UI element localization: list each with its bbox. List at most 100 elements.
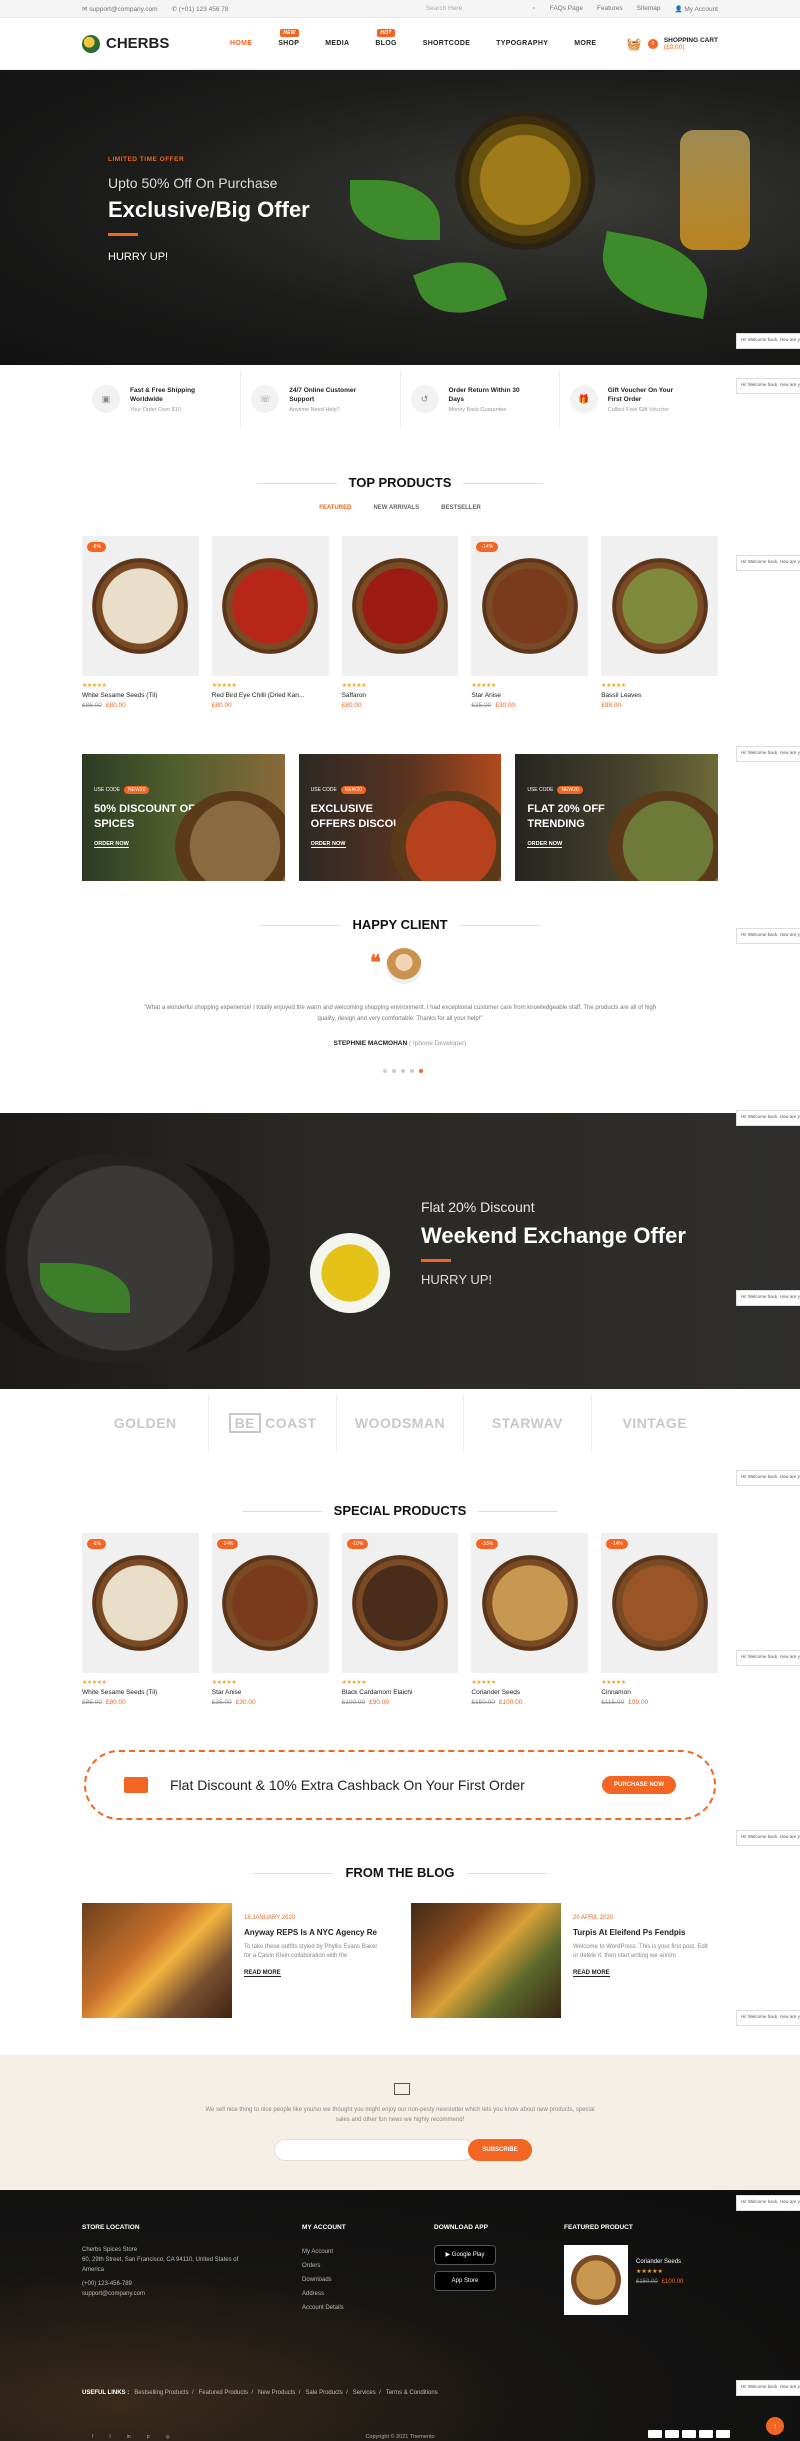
nav-home[interactable]: HOME <box>230 40 252 47</box>
chat-popup[interactable]: Hi! Welcome back. How are you doing? <box>736 378 800 394</box>
tab-bestseller[interactable]: BESTSELLER <box>441 505 481 511</box>
carousel-dot[interactable] <box>410 1069 414 1073</box>
chat-popup[interactable]: Hi! Welcome back. How are you doing? <box>736 2195 800 2211</box>
chat-popup[interactable]: Hi! Welcome back. How are you doing? <box>736 928 800 944</box>
purchase-now-button[interactable]: PURCHASE NOW <box>601 1776 676 1794</box>
logo[interactable]: CHERBS <box>82 34 230 53</box>
order-now-link[interactable]: ORDER NOW <box>94 841 129 848</box>
product-card[interactable]: -14% ★★★★★ Cinnamon £115.00 £99.00 <box>601 1533 718 1706</box>
app-store-button[interactable]: App Store <box>434 2271 496 2291</box>
product-image[interactable] <box>341 536 459 676</box>
product-image[interactable] <box>601 536 718 676</box>
nav-typography[interactable]: TYPOGRAPHY <box>496 40 548 47</box>
nav-blog[interactable]: HOT BLOG <box>375 29 396 47</box>
promo-banner[interactable]: USE CODE NEW20 50% DISCOUNT OF SPICES ORDER… <box>82 754 285 881</box>
chat-popup[interactable]: Hi! Welcome back. How are you doing? <box>736 2380 800 2396</box>
carousel-dot[interactable] <box>419 1069 423 1073</box>
product-name[interactable]: Bassil Leaves <box>601 692 718 699</box>
store-phone[interactable]: (+00) 123-456-789 <box>82 2279 242 2289</box>
product-image[interactable]: -8% <box>82 536 199 676</box>
subscribe-button[interactable]: SUBSCRIBE <box>468 2139 532 2161</box>
product-name[interactable]: Saffaron <box>342 692 459 699</box>
useful-link[interactable]: Sale Products <box>305 2390 342 2396</box>
product-name[interactable]: Star Anise <box>212 1689 329 1696</box>
featured-product[interactable]: Coriander Seeds ★★★★★ £150.00 £100.00 <box>564 2245 683 2315</box>
product-name[interactable]: Red Bird Eye Chilli (Dried Kan... <box>212 692 329 699</box>
product-image[interactable]: -10% <box>341 1533 459 1673</box>
search-input[interactable]: Search Here ⌕ <box>426 5 536 13</box>
carousel-dot[interactable] <box>383 1069 387 1073</box>
tab-new-arrivals[interactable]: NEW ARRIVALS <box>373 505 419 511</box>
nav-shop[interactable]: NEW SHOP <box>278 29 299 47</box>
useful-link[interactable]: Featured Products <box>199 2390 248 2396</box>
carousel-dot[interactable] <box>392 1069 396 1073</box>
product-card[interactable]: -14% ★★★★★ Star Anise £35.00 £30.00 <box>211 1533 329 1706</box>
chat-popup[interactable]: Hi! Welcome back. How are you doing? <box>736 2010 800 2026</box>
order-now-link[interactable]: ORDER NOW <box>527 841 563 848</box>
brand-logo[interactable]: STARWAV <box>464 1394 592 1452</box>
brand-logo[interactable]: GOLDEN <box>82 1394 210 1452</box>
nav-media[interactable]: MEDIA <box>325 40 349 47</box>
topbar-link-faq[interactable]: FAQs Page <box>550 5 583 12</box>
footer-link[interactable]: Address <box>302 2287 346 2301</box>
blog-image[interactable] <box>411 1903 561 2018</box>
email-link[interactable]: ✉ support@company.com <box>82 5 158 13</box>
product-name[interactable]: Black Cardamom Elaichi <box>342 1689 459 1696</box>
order-now-link[interactable]: ORDER NOW <box>310 841 346 848</box>
product-card[interactable]: -10% ★★★★★ Black Cardamom Elaichi £100.00 £9… <box>341 1533 459 1706</box>
phone-link[interactable]: ✆ (+01) 123 456 78 <box>172 5 229 13</box>
topbar-link-features[interactable]: Features <box>597 5 623 12</box>
product-image[interactable]: -6% <box>82 1533 199 1673</box>
useful-link[interactable]: Terms & Conditions <box>386 2390 438 2396</box>
footer-link[interactable]: Account Details <box>302 2301 346 2315</box>
product-image[interactable]: -14% <box>601 1533 718 1673</box>
product-image[interactable]: -14% <box>471 536 589 676</box>
chat-popup[interactable]: Hi! Welcome back. How are you doing? <box>736 1110 800 1126</box>
product-name[interactable]: Cinnamon <box>601 1689 718 1696</box>
read-more-link[interactable]: READ MORE <box>244 1970 281 1977</box>
product-name[interactable]: Star Anise <box>471 692 588 699</box>
product-card[interactable]: -33% ★★★★★ Coriander Seeds £150.00 £100.00 <box>471 1533 589 1706</box>
scroll-top-button[interactable]: ↑ <box>766 2417 784 2435</box>
post-title[interactable]: Anyway REPS Is A NYC Agency Re <box>244 1928 384 1937</box>
newsletter-email-input[interactable] <box>274 2139 474 2161</box>
promo-banner[interactable]: USE CODE NEW20 FLAT 20% OFF TRENDING ORDER … <box>515 754 719 881</box>
product-name[interactable]: White Sesame Seeds (Til) <box>82 1689 199 1696</box>
read-more-link[interactable]: READ MORE <box>573 1970 610 1977</box>
hero-cta[interactable]: HURRY UP! <box>108 251 310 263</box>
chat-popup[interactable]: Hi! Welcome back. How are you doing? <box>736 333 800 349</box>
brand-logo[interactable]: WOODSMAN <box>337 1394 465 1452</box>
product-name[interactable]: White Sesame Seeds (Til) <box>82 692 199 699</box>
weekend-cta[interactable]: HURRY UP! <box>421 1272 686 1287</box>
product-image[interactable]: -33% <box>471 1533 589 1673</box>
store-email[interactable]: support@company.com <box>82 2289 242 2299</box>
promo-banner[interactable]: USE CODE NEW20 EXCLUSIVE OFFERS DISCOUNT OR… <box>298 754 502 881</box>
useful-link[interactable]: Services <box>353 2390 376 2396</box>
chat-popup[interactable]: Hi! Welcome back. How are you doing? <box>736 1290 800 1306</box>
product-name[interactable]: Coriander Seeds <box>471 1689 588 1696</box>
cart-button[interactable]: 🧺 0 SHOPPING CART (£0.00) <box>627 37 718 51</box>
chat-popup[interactable]: Hi! Welcome back. How are you doing? <box>736 746 800 762</box>
nav-shortcode[interactable]: SHORTCODE <box>423 40 470 47</box>
post-title[interactable]: Turpis At Eleifend Ps Fendpis <box>573 1928 713 1937</box>
brand-logo[interactable]: BE COAST <box>209 1394 337 1452</box>
brand-logo[interactable]: VINTAGE <box>592 1394 718 1452</box>
product-image[interactable] <box>211 536 329 676</box>
footer-link[interactable]: Downloads <box>302 2273 346 2287</box>
tab-featured[interactable]: FEATURED <box>319 505 351 511</box>
footer-link[interactable]: My Account <box>302 2245 346 2259</box>
useful-link[interactable]: Bestselling Products <box>134 2390 188 2396</box>
blog-image[interactable] <box>82 1903 232 2018</box>
product-card[interactable]: ★★★★★ Saffaron £80.00 <box>341 536 459 709</box>
google-play-button[interactable]: ▶ Google Play <box>434 2245 496 2265</box>
product-card[interactable]: ★★★★★ Red Bird Eye Chilli (Dried Kan... £8… <box>211 536 329 709</box>
carousel-dot[interactable] <box>401 1069 405 1073</box>
product-card[interactable]: -8% ★★★★★ White Sesame Seeds (Til) £85.00 £8… <box>82 536 199 709</box>
topbar-link-sitemap[interactable]: Sitemap <box>637 5 661 12</box>
chat-popup[interactable]: Hi! Welcome back. How are you doing? <box>736 1650 800 1666</box>
footer-link[interactable]: Orders <box>302 2259 346 2273</box>
chat-popup[interactable]: Hi! Welcome back. How are you doing? <box>736 1470 800 1486</box>
useful-link[interactable]: New Products <box>258 2390 295 2396</box>
topbar-link-account[interactable]: 👤 My Account <box>674 5 718 13</box>
product-card[interactable]: ★★★★★ Bassil Leaves £98.00 <box>601 536 718 709</box>
